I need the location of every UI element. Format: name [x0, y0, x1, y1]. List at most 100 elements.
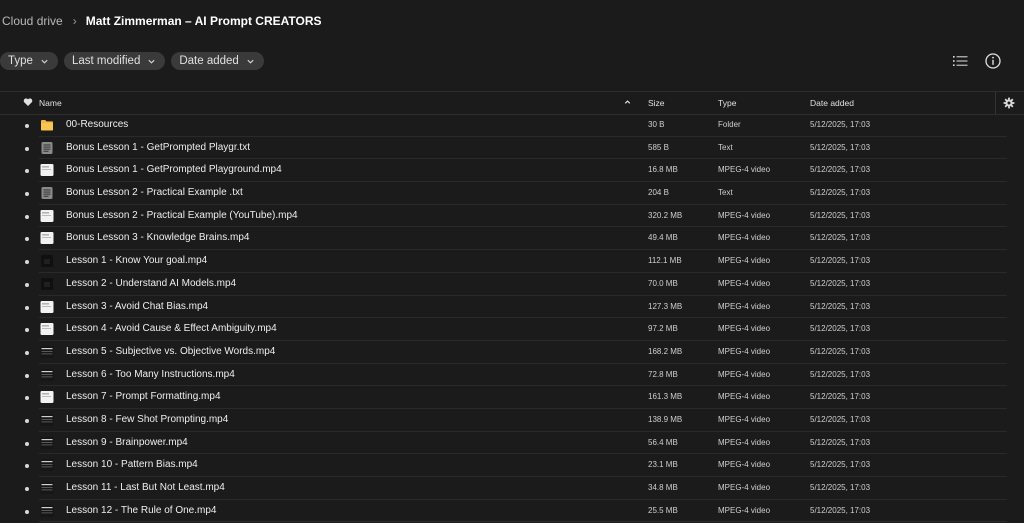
file-name[interactable]: Bonus Lesson 2 - Practical Example (YouT… [66, 210, 298, 221]
column-header-date-added[interactable]: Date added [810, 98, 854, 108]
video-thumbnail-icon [40, 209, 54, 223]
chevron-down-icon [148, 59, 155, 64]
file-date-added: 5/12/2025, 17:03 [810, 142, 871, 152]
table-row[interactable]: Lesson 1 - Know Your goal.mp4 112.1 MB MPE… [0, 250, 1024, 273]
file-name[interactable]: Bonus Lesson 1 - GetPrompted Playground.… [66, 164, 282, 175]
table-row[interactable]: Lesson 12 - The Rule of One.mp4 25.5 MB MP… [0, 500, 1024, 523]
video-thumbnail-icon [40, 504, 54, 518]
file-size: 168.2 MB [648, 346, 683, 356]
column-header-type[interactable]: Type [718, 98, 736, 108]
file-name[interactable]: Lesson 12 - The Rule of One.mp4 [66, 505, 216, 516]
favourite-dot-icon[interactable] [25, 418, 29, 423]
video-thumbnail-icon [40, 254, 54, 268]
file-type: MPEG-4 video [718, 505, 771, 515]
favourite-dot-icon[interactable] [25, 169, 29, 174]
favourite-dot-icon[interactable] [25, 282, 29, 287]
file-date-added: 5/12/2025, 17:03 [810, 483, 871, 492]
filter-date-added-label: Date added [179, 55, 239, 67]
table-row[interactable]: Lesson 9 - Brainpower.mp4 56.4 MB MPEG-4 v… [0, 432, 1024, 455]
favourite-dot-icon[interactable] [25, 350, 29, 355]
filter-last-modified-button[interactable]: Last modified [63, 52, 166, 70]
table-row[interactable]: 00-Resources 30 B Folder 5/12/2025, 17:03 [0, 114, 1024, 137]
video-thumbnail-icon [40, 390, 54, 404]
file-date-added: 5/12/2025, 17:03 [810, 165, 871, 175]
file-size: 112.1 MB [648, 256, 682, 266]
file-name[interactable]: Lesson 7 - Prompt Formatting.mp4 [66, 391, 221, 402]
table-row[interactable]: Bonus Lesson 1 - GetPrompted Playgr.txt 5… [0, 137, 1024, 160]
favourite-dot-icon[interactable] [25, 487, 29, 491]
info-icon[interactable] [984, 52, 1002, 70]
table-header: Name Size Type Date added [0, 91, 1024, 115]
gear-icon[interactable] [1003, 97, 1015, 109]
file-list: 00-Resources 30 B Folder 5/12/2025, 17:03 Bo… [0, 114, 1024, 523]
file-name[interactable]: Bonus Lesson 2 - Practical Example .txt [66, 187, 243, 198]
file-date-added: 5/12/2025, 17:03 [810, 188, 871, 198]
table-row[interactable]: Lesson 2 - Understand AI Models.mp4 70.0 … [0, 273, 1024, 296]
text-file-icon [40, 186, 54, 200]
table-row[interactable]: Lesson 6 - Too Many Instructions.mp4 72.8… [0, 364, 1024, 387]
breadcrumb-root[interactable]: Cloud drive [2, 14, 63, 28]
table-row[interactable]: Bonus Lesson 2 - Practical Example (YouT… [0, 205, 1024, 228]
favourite-dot-icon[interactable] [25, 464, 29, 469]
sort-asc-icon[interactable] [623, 97, 632, 107]
file-name[interactable]: Lesson 1 - Know Your goal.mp4 [66, 255, 207, 266]
favourite-dot-icon[interactable] [25, 441, 29, 446]
file-name[interactable]: Lesson 10 - Pattern Bias.mp4 [66, 459, 198, 470]
table-row[interactable]: Bonus Lesson 2 - Practical Example .txt 2… [0, 182, 1024, 205]
filter-type-label: Type [8, 55, 33, 67]
favourite-dot-icon[interactable] [25, 146, 29, 151]
list-view-icon[interactable] [951, 52, 969, 70]
file-name[interactable]: Lesson 4 - Avoid Cause & Effect Ambiguit… [66, 323, 277, 334]
table-row[interactable]: Lesson 8 - Few Shot Prompting.mp4 138.9 M… [0, 409, 1024, 432]
file-name[interactable]: Lesson 2 - Understand AI Models.mp4 [66, 278, 236, 289]
file-type: MPEG-4 video [718, 165, 771, 175]
filter-type-button[interactable]: Type [0, 52, 58, 70]
favourite-dot-icon[interactable] [25, 237, 29, 242]
file-type: MPEG-4 video [718, 233, 771, 243]
favourite-dot-icon[interactable] [25, 124, 29, 128]
file-name[interactable]: Bonus Lesson 3 - Knowledge Brains.mp4 [66, 232, 249, 243]
table-row[interactable]: Bonus Lesson 3 - Knowledge Brains.mp4 49.… [0, 227, 1024, 250]
favourite-dot-icon[interactable] [25, 192, 29, 197]
file-name[interactable]: 00-Resources [66, 119, 128, 130]
file-type: MPEG-4 video [718, 210, 771, 220]
file-type: MPEG-4 video [718, 301, 771, 311]
file-date-added: 5/12/2025, 17:03 [810, 301, 871, 311]
file-name[interactable]: Lesson 5 - Subjective vs. Objective Word… [66, 346, 275, 357]
favourite-dot-icon[interactable] [25, 373, 29, 378]
table-row[interactable]: Lesson 10 - Pattern Bias.mp4 23.1 MB MPEG-… [0, 454, 1024, 477]
table-row[interactable]: Lesson 11 - Last But Not Least.mp4 34.8 M… [0, 477, 1024, 500]
table-row[interactable]: Lesson 7 - Prompt Formatting.mp4 161.3 MB… [0, 386, 1024, 409]
table-row[interactable]: Lesson 4 - Avoid Cause & Effect Ambiguit… [0, 318, 1024, 341]
file-name[interactable]: Lesson 6 - Too Many Instructions.mp4 [66, 369, 235, 380]
file-date-added: 5/12/2025, 17:03 [810, 414, 871, 424]
file-type: MPEG-4 video [718, 369, 771, 379]
file-name[interactable]: Lesson 9 - Brainpower.mp4 [66, 437, 188, 448]
file-size: 97.2 MB [648, 324, 678, 334]
file-size: 16.8 MB [648, 165, 678, 175]
favourite-dot-icon[interactable] [25, 305, 29, 310]
video-thumbnail-icon [40, 436, 54, 450]
table-row[interactable]: Lesson 3 - Avoid Chat Bias.mp4 127.3 MB MP… [0, 296, 1024, 319]
favourite-dot-icon[interactable] [25, 328, 29, 333]
file-name[interactable]: Bonus Lesson 1 - GetPrompted Playgr.txt [66, 142, 250, 153]
heart-icon[interactable] [23, 97, 33, 107]
favourite-dot-icon[interactable] [25, 214, 29, 219]
file-type: MPEG-4 video [718, 414, 771, 424]
file-name[interactable]: Lesson 11 - Last But Not Least.mp4 [66, 482, 225, 493]
column-header-name[interactable]: Name [39, 98, 62, 108]
column-header-size[interactable]: Size [648, 98, 665, 108]
file-size: 585 B [648, 142, 669, 152]
file-size: 72.8 MB [648, 369, 678, 379]
file-date-added: 5/12/2025, 17:03 [810, 324, 871, 334]
table-row[interactable]: Bonus Lesson 1 - GetPrompted Playground.… [0, 159, 1024, 182]
favourite-dot-icon[interactable] [25, 396, 29, 401]
video-thumbnail-icon [40, 322, 54, 336]
favourite-dot-icon[interactable] [25, 260, 29, 265]
favourite-dot-icon[interactable] [25, 509, 29, 514]
file-name[interactable]: Lesson 8 - Few Shot Prompting.mp4 [66, 414, 228, 425]
video-thumbnail-icon [40, 163, 54, 177]
filter-date-added-button[interactable]: Date added [171, 52, 264, 70]
table-row[interactable]: Lesson 5 - Subjective vs. Objective Word… [0, 341, 1024, 364]
file-name[interactable]: Lesson 3 - Avoid Chat Bias.mp4 [66, 301, 208, 312]
